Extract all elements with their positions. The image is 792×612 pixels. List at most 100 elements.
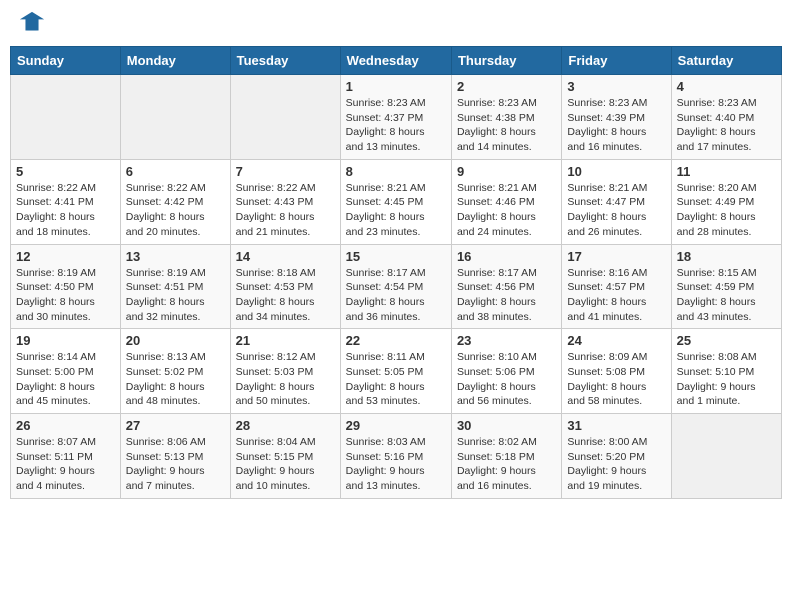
- calendar-cell: 10 Sunrise: 8:21 AM Sunset: 4:47 PM Dayli…: [562, 159, 671, 244]
- calendar-cell: 9Sunrise: 8:21 AM Sunset: 4:46 PM Daylig…: [451, 159, 561, 244]
- calendar-cell: 27 Sunrise: 8:06 AM Sunset: 5:13 PM Dayli…: [120, 414, 230, 499]
- day-number: 13: [126, 249, 225, 264]
- day-info: Sunrise: 8:09 AM Sunset: 5:08 PM Dayligh…: [567, 350, 665, 409]
- calendar-cell: 2 Sunrise: 8:23 AM Sunset: 4:38 PM Daylig…: [451, 75, 561, 160]
- calendar-cell: 6 Sunrise: 8:22 AM Sunset: 4:42 PM Daylig…: [120, 159, 230, 244]
- day-number: 22: [346, 333, 446, 348]
- day-info: Sunrise: 8:23 AM Sunset: 4:40 PM Dayligh…: [677, 96, 776, 155]
- calendar-cell: 13 Sunrise: 8:19 AM Sunset: 4:51 PM Dayli…: [120, 244, 230, 329]
- calendar-cell: 15 Sunrise: 8:17 AM Sunset: 4:54 PM Dayli…: [340, 244, 451, 329]
- calendar-cell: 28Sunrise: 8:04 AM Sunset: 5:15 PM Dayli…: [230, 414, 340, 499]
- day-info: Sunrise: 8:19 AM Sunset: 4:50 PM Dayligh…: [16, 266, 115, 325]
- day-info: Sunrise: 8:12 AM Sunset: 5:03 PM Dayligh…: [236, 350, 335, 409]
- calendar-week-1: 1 Sunrise: 8:23 AM Sunset: 4:37 PM Daylig…: [11, 75, 782, 160]
- day-number: 14: [236, 249, 335, 264]
- day-number: 31: [567, 418, 665, 433]
- weekday-header-tuesday: Tuesday: [230, 47, 340, 75]
- day-info: Sunrise: 8:16 AM Sunset: 4:57 PM Dayligh…: [567, 266, 665, 325]
- day-number: 30: [457, 418, 556, 433]
- calendar-cell: 20 Sunrise: 8:13 AM Sunset: 5:02 PM Dayli…: [120, 329, 230, 414]
- day-info: Sunrise: 8:15 AM Sunset: 4:59 PM Dayligh…: [677, 266, 776, 325]
- day-info: Sunrise: 8:20 AM Sunset: 4:49 PM Dayligh…: [677, 181, 776, 240]
- day-info: Sunrise: 8:07 AM Sunset: 5:11 PM Dayligh…: [16, 435, 115, 494]
- calendar-cell: 5 Sunrise: 8:22 AM Sunset: 4:41 PM Daylig…: [11, 159, 121, 244]
- day-number: 11: [677, 164, 776, 179]
- day-number: 4: [677, 79, 776, 94]
- day-number: 1: [346, 79, 446, 94]
- day-number: 21: [236, 333, 335, 348]
- day-info: Sunrise: 8:21 AM Sunset: 4:47 PM Dayligh…: [567, 181, 665, 240]
- calendar-week-5: 26 Sunrise: 8:07 AM Sunset: 5:11 PM Dayli…: [11, 414, 782, 499]
- day-number: 24: [567, 333, 665, 348]
- day-info: Sunrise: 8:23 AM Sunset: 4:39 PM Dayligh…: [567, 96, 665, 155]
- calendar-cell: 7 Sunrise: 8:22 AM Sunset: 4:43 PM Daylig…: [230, 159, 340, 244]
- day-number: 25: [677, 333, 776, 348]
- weekday-header-wednesday: Wednesday: [340, 47, 451, 75]
- day-info: Sunrise: 8:13 AM Sunset: 5:02 PM Dayligh…: [126, 350, 225, 409]
- day-number: 7: [236, 164, 335, 179]
- calendar-cell: 18Sunrise: 8:15 AM Sunset: 4:59 PM Dayli…: [671, 244, 781, 329]
- calendar-cell: 8Sunrise: 8:21 AM Sunset: 4:45 PM Daylig…: [340, 159, 451, 244]
- day-number: 3: [567, 79, 665, 94]
- weekday-header-friday: Friday: [562, 47, 671, 75]
- calendar-cell: 11 Sunrise: 8:20 AM Sunset: 4:49 PM Dayli…: [671, 159, 781, 244]
- day-number: 15: [346, 249, 446, 264]
- logo-icon: [18, 10, 46, 38]
- day-info: Sunrise: 8:00 AM Sunset: 5:20 PM Dayligh…: [567, 435, 665, 494]
- day-number: 20: [126, 333, 225, 348]
- day-number: 5: [16, 164, 115, 179]
- calendar-cell: 24 Sunrise: 8:09 AM Sunset: 5:08 PM Dayli…: [562, 329, 671, 414]
- calendar-week-2: 5 Sunrise: 8:22 AM Sunset: 4:41 PM Daylig…: [11, 159, 782, 244]
- weekday-header-row: SundayMondayTuesdayWednesdayThursdayFrid…: [11, 47, 782, 75]
- calendar-cell: 30 Sunrise: 8:02 AM Sunset: 5:18 PM Dayli…: [451, 414, 561, 499]
- weekday-header-sunday: Sunday: [11, 47, 121, 75]
- calendar-cell: 3 Sunrise: 8:23 AM Sunset: 4:39 PM Daylig…: [562, 75, 671, 160]
- calendar-cell: 31 Sunrise: 8:00 AM Sunset: 5:20 PM Dayli…: [562, 414, 671, 499]
- calendar-cell: 17 Sunrise: 8:16 AM Sunset: 4:57 PM Dayli…: [562, 244, 671, 329]
- day-info: Sunrise: 8:23 AM Sunset: 4:38 PM Dayligh…: [457, 96, 556, 155]
- day-info: Sunrise: 8:03 AM Sunset: 5:16 PM Dayligh…: [346, 435, 446, 494]
- day-number: 10: [567, 164, 665, 179]
- calendar-cell: [230, 75, 340, 160]
- calendar-cell: 12Sunrise: 8:19 AM Sunset: 4:50 PM Dayli…: [11, 244, 121, 329]
- calendar-cell: 16 Sunrise: 8:17 AM Sunset: 4:56 PM Dayli…: [451, 244, 561, 329]
- calendar-cell: 21 Sunrise: 8:12 AM Sunset: 5:03 PM Dayli…: [230, 329, 340, 414]
- calendar-cell: 29 Sunrise: 8:03 AM Sunset: 5:16 PM Dayli…: [340, 414, 451, 499]
- calendar-cell: [11, 75, 121, 160]
- day-number: 26: [16, 418, 115, 433]
- day-number: 29: [346, 418, 446, 433]
- calendar-cell: 23Sunrise: 8:10 AM Sunset: 5:06 PM Dayli…: [451, 329, 561, 414]
- day-number: 17: [567, 249, 665, 264]
- day-info: Sunrise: 8:08 AM Sunset: 5:10 PM Dayligh…: [677, 350, 776, 409]
- day-number: 23: [457, 333, 556, 348]
- page-header: [10, 10, 782, 38]
- calendar-cell: 4 Sunrise: 8:23 AM Sunset: 4:40 PM Daylig…: [671, 75, 781, 160]
- day-info: Sunrise: 8:22 AM Sunset: 4:42 PM Dayligh…: [126, 181, 225, 240]
- day-info: Sunrise: 8:23 AM Sunset: 4:37 PM Dayligh…: [346, 96, 446, 155]
- day-number: 27: [126, 418, 225, 433]
- day-info: Sunrise: 8:22 AM Sunset: 4:43 PM Dayligh…: [236, 181, 335, 240]
- calendar-cell: [120, 75, 230, 160]
- calendar-week-3: 12Sunrise: 8:19 AM Sunset: 4:50 PM Dayli…: [11, 244, 782, 329]
- day-info: Sunrise: 8:02 AM Sunset: 5:18 PM Dayligh…: [457, 435, 556, 494]
- day-info: Sunrise: 8:19 AM Sunset: 4:51 PM Dayligh…: [126, 266, 225, 325]
- calendar-table: SundayMondayTuesdayWednesdayThursdayFrid…: [10, 46, 782, 499]
- day-number: 16: [457, 249, 556, 264]
- day-number: 6: [126, 164, 225, 179]
- calendar-cell: [671, 414, 781, 499]
- day-info: Sunrise: 8:06 AM Sunset: 5:13 PM Dayligh…: [126, 435, 225, 494]
- day-info: Sunrise: 8:22 AM Sunset: 4:41 PM Dayligh…: [16, 181, 115, 240]
- calendar-week-4: 19Sunrise: 8:14 AM Sunset: 5:00 PM Dayli…: [11, 329, 782, 414]
- logo: [14, 10, 46, 38]
- calendar-cell: 1 Sunrise: 8:23 AM Sunset: 4:37 PM Daylig…: [340, 75, 451, 160]
- day-info: Sunrise: 8:04 AM Sunset: 5:15 PM Dayligh…: [236, 435, 335, 494]
- day-info: Sunrise: 8:17 AM Sunset: 4:54 PM Dayligh…: [346, 266, 446, 325]
- day-number: 9: [457, 164, 556, 179]
- day-number: 2: [457, 79, 556, 94]
- day-number: 8: [346, 164, 446, 179]
- weekday-header-monday: Monday: [120, 47, 230, 75]
- calendar-cell: 25 Sunrise: 8:08 AM Sunset: 5:10 PM Dayli…: [671, 329, 781, 414]
- day-info: Sunrise: 8:17 AM Sunset: 4:56 PM Dayligh…: [457, 266, 556, 325]
- weekday-header-saturday: Saturday: [671, 47, 781, 75]
- day-number: 19: [16, 333, 115, 348]
